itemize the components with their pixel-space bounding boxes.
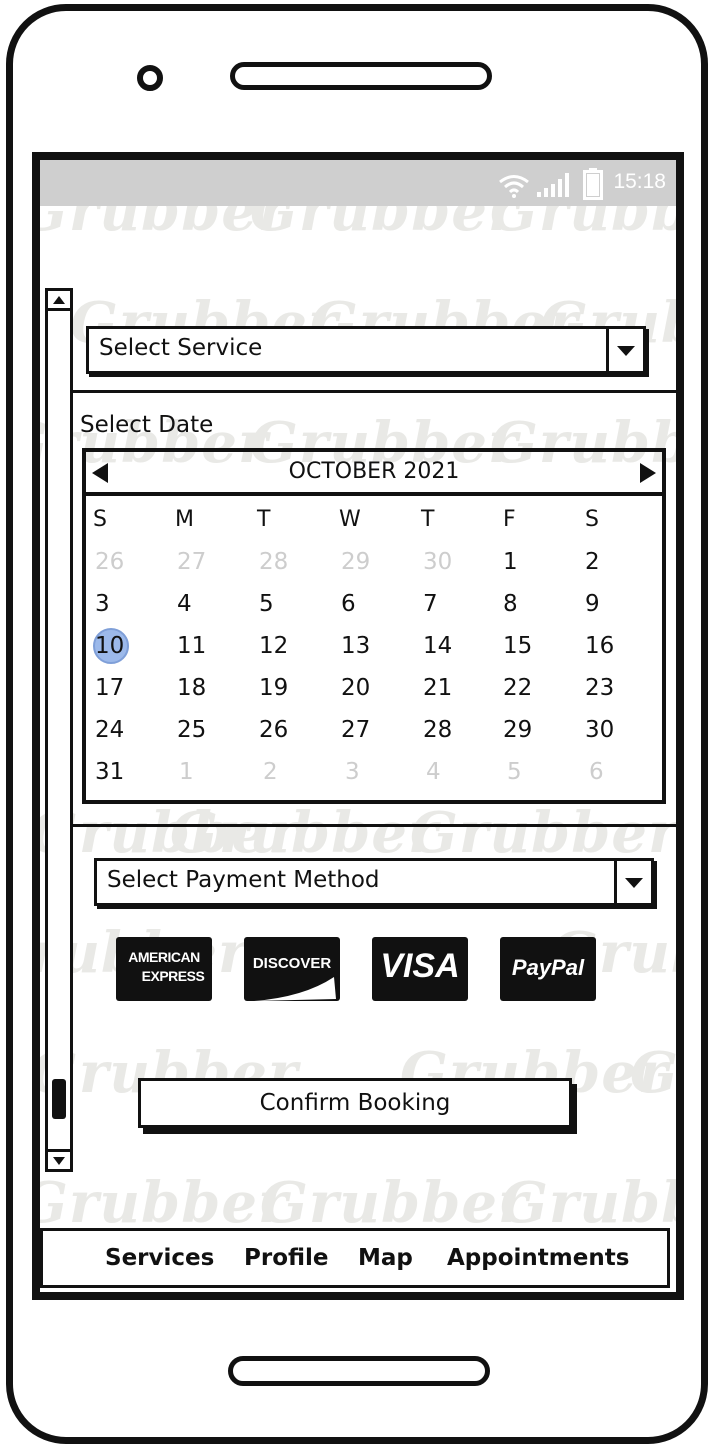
service-dropdown-label: Select Service	[99, 335, 263, 361]
calendar-day-other-month: 30	[423, 549, 453, 575]
calendar-month-label: OCTOBER 2021	[288, 459, 460, 484]
calendar-day[interactable]: 16	[585, 628, 645, 664]
service-dropdown[interactable]: Select Service	[86, 326, 646, 374]
paypal-label: PayPal	[511, 955, 585, 980]
nav-item-appointments[interactable]: Appointments	[447, 1245, 629, 1271]
calendar-day-other-month: 3	[345, 759, 360, 785]
calendar-day[interactable]: 1	[503, 544, 563, 580]
calendar-day[interactable]: 19	[259, 670, 319, 706]
scroll-up-button[interactable]	[48, 291, 70, 311]
app-screen: Grubber Grubber Grubber Grubber Grubber …	[32, 152, 684, 1300]
calendar-day[interactable]: 27	[341, 712, 401, 748]
calendar-day[interactable]: 21	[423, 670, 483, 706]
status-bar: 15:18	[40, 160, 676, 206]
watermark-text: Grubber	[260, 1170, 529, 1236]
calendar-day[interactable]: 3	[95, 586, 155, 622]
chevron-down-icon[interactable]	[606, 329, 643, 371]
watermark-text: Grubber	[32, 1170, 289, 1236]
nav-item-map[interactable]: Map	[358, 1245, 413, 1271]
calendar-day[interactable]: 5	[259, 586, 319, 622]
nav-item-profile[interactable]: Profile	[244, 1245, 329, 1271]
arrow-up-icon	[53, 296, 65, 304]
confirm-booking-button[interactable]: Confirm Booking	[138, 1078, 572, 1128]
calendar-day[interactable]: 9	[585, 586, 645, 622]
calendar-day-other-month: 29	[341, 549, 371, 575]
vertical-scrollbar[interactable]	[45, 288, 73, 1172]
calendar-day-other-month: 6	[589, 759, 604, 785]
wifi-icon	[499, 175, 529, 198]
calendar-header: OCTOBER 2021	[86, 452, 662, 496]
nav-item-services[interactable]: Services	[105, 1245, 214, 1271]
weekday-label: S	[93, 507, 107, 532]
calendar-day[interactable]: 14	[423, 628, 483, 664]
watermark-text: Grubber	[410, 800, 679, 866]
calendar-day[interactable]: 4	[177, 586, 237, 622]
calendar-day[interactable]: 11	[177, 628, 237, 664]
payment-method-dropdown[interactable]: Select Payment Method	[94, 858, 654, 906]
calendar-day-selected[interactable]: 10	[93, 628, 155, 664]
amex-label-line1: AMERICAN	[128, 949, 200, 965]
section-divider	[70, 390, 676, 393]
calendar-day[interactable]: 18	[177, 670, 237, 706]
calendar-day-other-month: 1	[179, 759, 194, 785]
calendar-day[interactable]: 24	[95, 712, 155, 748]
calendar: OCTOBER 2021 S M T W T F S 26 27 28 29 3…	[82, 448, 666, 804]
calendar-day[interactable]: 25	[177, 712, 237, 748]
calendar-day-other-month: 26	[95, 549, 125, 575]
weekday-label: M	[175, 507, 194, 532]
weekday-label: T	[421, 507, 435, 532]
calendar-day[interactable]: 29	[503, 712, 563, 748]
calendar-day-other-month: 28	[259, 549, 289, 575]
calendar-day[interactable]: 13	[341, 628, 401, 664]
payment-dropdown-label: Select Payment Method	[107, 867, 380, 893]
weekday-label: W	[339, 507, 361, 532]
calendar-day[interactable]: 6	[341, 586, 401, 622]
amex-card-button[interactable]: AMERICAN EXPRESS	[116, 937, 212, 1001]
calendar-day[interactable]: 15	[503, 628, 563, 664]
home-button[interactable]	[228, 1356, 490, 1386]
calendar-day-other-month: 27	[177, 549, 207, 575]
watermark-text: Grubber	[170, 800, 439, 866]
calendar-day-other-month: 5	[507, 759, 522, 785]
scroll-down-button[interactable]	[48, 1149, 70, 1169]
calendar-day[interactable]: 22	[503, 670, 563, 706]
calendar-day-other-month: 2	[263, 759, 278, 785]
next-month-button[interactable]	[640, 463, 656, 483]
calendar-day-other-month: 4	[426, 759, 441, 785]
chevron-down-icon[interactable]	[614, 861, 651, 903]
status-time: 15:18	[613, 170, 666, 193]
calendar-day[interactable]: 8	[503, 586, 563, 622]
battery-icon	[583, 168, 603, 200]
visa-label: VISA	[380, 947, 460, 985]
scroll-thumb[interactable]	[52, 1079, 66, 1119]
watermark-text: Grubber	[500, 1170, 676, 1236]
section-divider	[70, 824, 676, 827]
calendar-day[interactable]: 31	[95, 754, 155, 790]
discover-card-button[interactable]: DISCOVER	[244, 937, 340, 1001]
calendar-day[interactable]: 12	[259, 628, 319, 664]
camera-icon	[137, 65, 163, 91]
visa-card-button[interactable]: VISA	[372, 937, 468, 1001]
speaker-grille	[230, 62, 492, 90]
weekday-label: S	[585, 507, 599, 532]
watermark-text: Grubber	[630, 1040, 679, 1106]
arrow-down-icon	[53, 1157, 65, 1165]
calendar-day[interactable]: 2	[585, 544, 645, 580]
discover-swoosh-icon	[254, 977, 336, 1001]
calendar-day[interactable]: 23	[585, 670, 645, 706]
paypal-card-button[interactable]: PayPal	[500, 937, 596, 1001]
weekday-label: F	[503, 507, 516, 532]
calendar-day[interactable]: 20	[341, 670, 401, 706]
calendar-day[interactable]: 30	[585, 712, 645, 748]
calendar-day[interactable]: 28	[423, 712, 483, 748]
calendar-day[interactable]: 17	[95, 670, 155, 706]
discover-label: DISCOVER	[252, 955, 332, 972]
weekday-label: T	[257, 507, 271, 532]
calendar-day[interactable]: 7	[423, 586, 483, 622]
select-date-label: Select Date	[80, 412, 214, 438]
calendar-day[interactable]: 26	[259, 712, 319, 748]
bottom-navigation: Services Profile Map Appointments	[40, 1228, 670, 1288]
signal-icon	[537, 173, 569, 197]
amex-label-line2: EXPRESS	[141, 968, 205, 984]
